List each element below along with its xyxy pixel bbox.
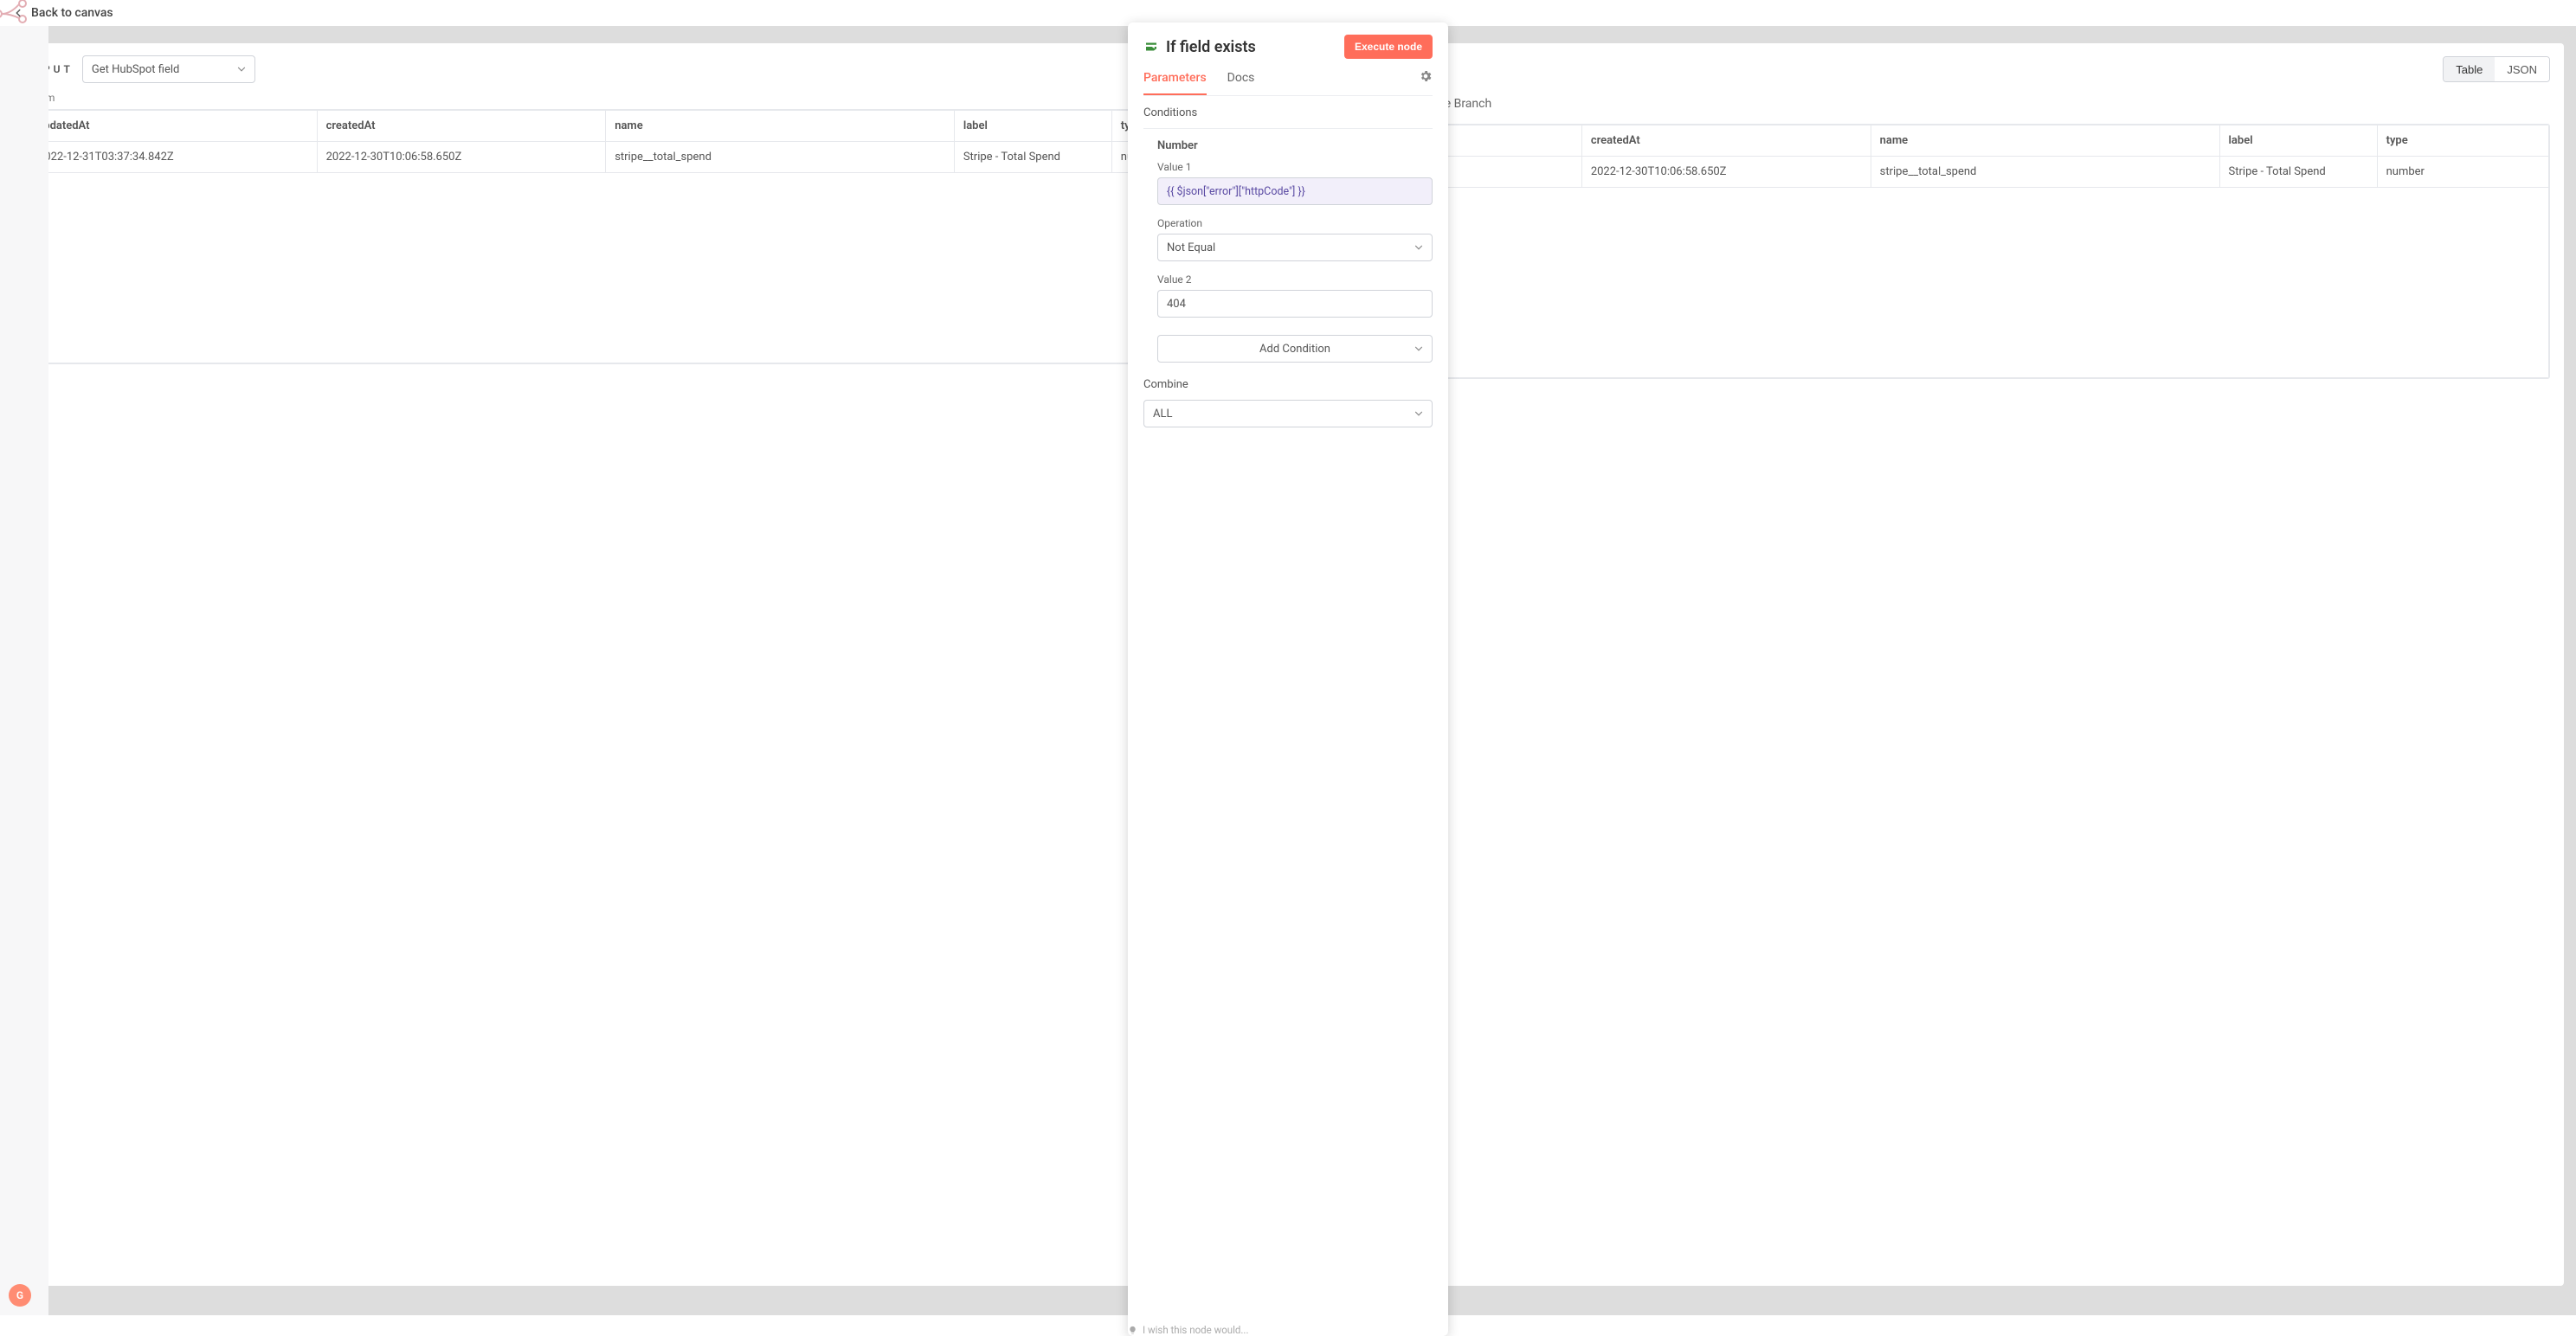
col-header: name — [1871, 125, 2219, 157]
table-row[interactable]: 2022-12-31T03:37:34.842Z 2022-12-30T10:0… — [1293, 157, 2549, 188]
lightbulb-icon — [1128, 1326, 1137, 1335]
branch-tabs: True Branch (1 item) False Branch — [1291, 92, 2550, 120]
wish-bar[interactable]: I wish this node would... — [1128, 1320, 1448, 1336]
cell: 2022-12-31T03:37:34.842Z — [29, 142, 318, 173]
operation-select[interactable]: Not Equal — [1157, 234, 1433, 261]
col-header: name — [606, 111, 955, 142]
cell: 2022-12-30T10:06:58.650Z — [1581, 157, 1871, 188]
add-condition-label: Add Condition — [1259, 343, 1330, 356]
tab-docs[interactable]: Docs — [1227, 64, 1255, 95]
wish-text: I wish this node would... — [1143, 1324, 1249, 1336]
col-header: label — [954, 111, 1111, 142]
col-header: updatedAt — [29, 111, 318, 142]
tab-parameters[interactable]: Parameters — [1143, 64, 1207, 95]
left-rail — [0, 26, 48, 1315]
operation-label: Operation — [1157, 217, 1433, 229]
value1-label: Value 1 — [1157, 161, 1433, 173]
value2-text: 404 — [1167, 298, 1186, 311]
input-source-value: Get HubSpot field — [92, 63, 179, 76]
add-condition-button[interactable]: Add Condition — [1157, 335, 1433, 363]
value2-label: Value 2 — [1157, 273, 1433, 286]
input-panel: INPUT Get HubSpot field Table JSON 1 ite… — [12, 43, 1288, 1286]
output-view-toggle: Table JSON — [2443, 56, 2550, 82]
col-header: label — [2219, 125, 2377, 157]
input-table: updatedAt createdAt name label type 2022… — [26, 109, 1285, 364]
condition-group: Number Value 1 {{ $json["error"]["httpCo… — [1143, 128, 1433, 330]
value2-input[interactable]: 404 — [1157, 290, 1433, 318]
table-header-row: updatedAt createdAt name label type — [29, 111, 1284, 142]
conditions-label: Conditions — [1143, 106, 1433, 119]
avatar[interactable]: G — [9, 1284, 31, 1307]
input-source-select[interactable]: Get HubSpot field — [82, 55, 255, 83]
output-view-table[interactable]: Table — [2444, 57, 2495, 81]
cell: Stripe - Total Spend — [2219, 157, 2377, 188]
value1-input[interactable]: {{ $json["error"]["httpCode"] }} — [1157, 177, 1433, 205]
combine-select[interactable]: ALL — [1143, 400, 1433, 427]
combine-value: ALL — [1153, 408, 1172, 421]
cell: 2022-12-30T10:06:58.650Z — [317, 142, 606, 173]
if-node-icon — [1143, 39, 1159, 55]
col-header: createdAt — [317, 111, 606, 142]
table-empty-row — [29, 173, 1284, 363]
group-title: Number — [1157, 139, 1433, 152]
chevron-down-icon — [1413, 343, 1425, 355]
table-row[interactable]: 2022-12-31T03:37:34.842Z 2022-12-30T10:0… — [29, 142, 1284, 173]
output-table: updatedAt createdAt name label type 2022… — [1291, 124, 2550, 379]
execute-node-button[interactable]: Execute node — [1344, 35, 1433, 59]
col-header: type — [2377, 125, 2548, 157]
back-label: Back to canvas — [31, 6, 113, 20]
arrow-left-icon — [12, 7, 24, 19]
chevron-down-icon — [1413, 408, 1425, 420]
col-header: createdAt — [1581, 125, 1871, 157]
gear-icon[interactable] — [1419, 69, 1433, 83]
cell: number — [2377, 157, 2548, 188]
chevron-down-icon — [1413, 241, 1425, 254]
table-empty-row — [1293, 188, 2549, 378]
combine-label: Combine — [1143, 378, 1433, 391]
operation-value: Not Equal — [1167, 241, 1215, 254]
chevron-down-icon — [235, 63, 248, 75]
cell: stripe__total_spend — [1871, 157, 2219, 188]
output-panel: OUTPUT i Table JSON True Branch (1 item)… — [1288, 43, 2564, 1286]
table-header-row: updatedAt createdAt name label type — [1293, 125, 2549, 157]
node-config-panel: If field exists Execute node Parameters … — [1128, 22, 1448, 1336]
cell: stripe__total_spend — [606, 142, 955, 173]
node-title: If field exists — [1166, 38, 1256, 56]
value1-text: {{ $json["error"]["httpCode"] }} — [1167, 185, 1305, 198]
config-tabs: Parameters Docs — [1143, 64, 1433, 96]
cell: Stripe - Total Spend — [954, 142, 1111, 173]
output-view-json[interactable]: JSON — [2495, 57, 2549, 81]
